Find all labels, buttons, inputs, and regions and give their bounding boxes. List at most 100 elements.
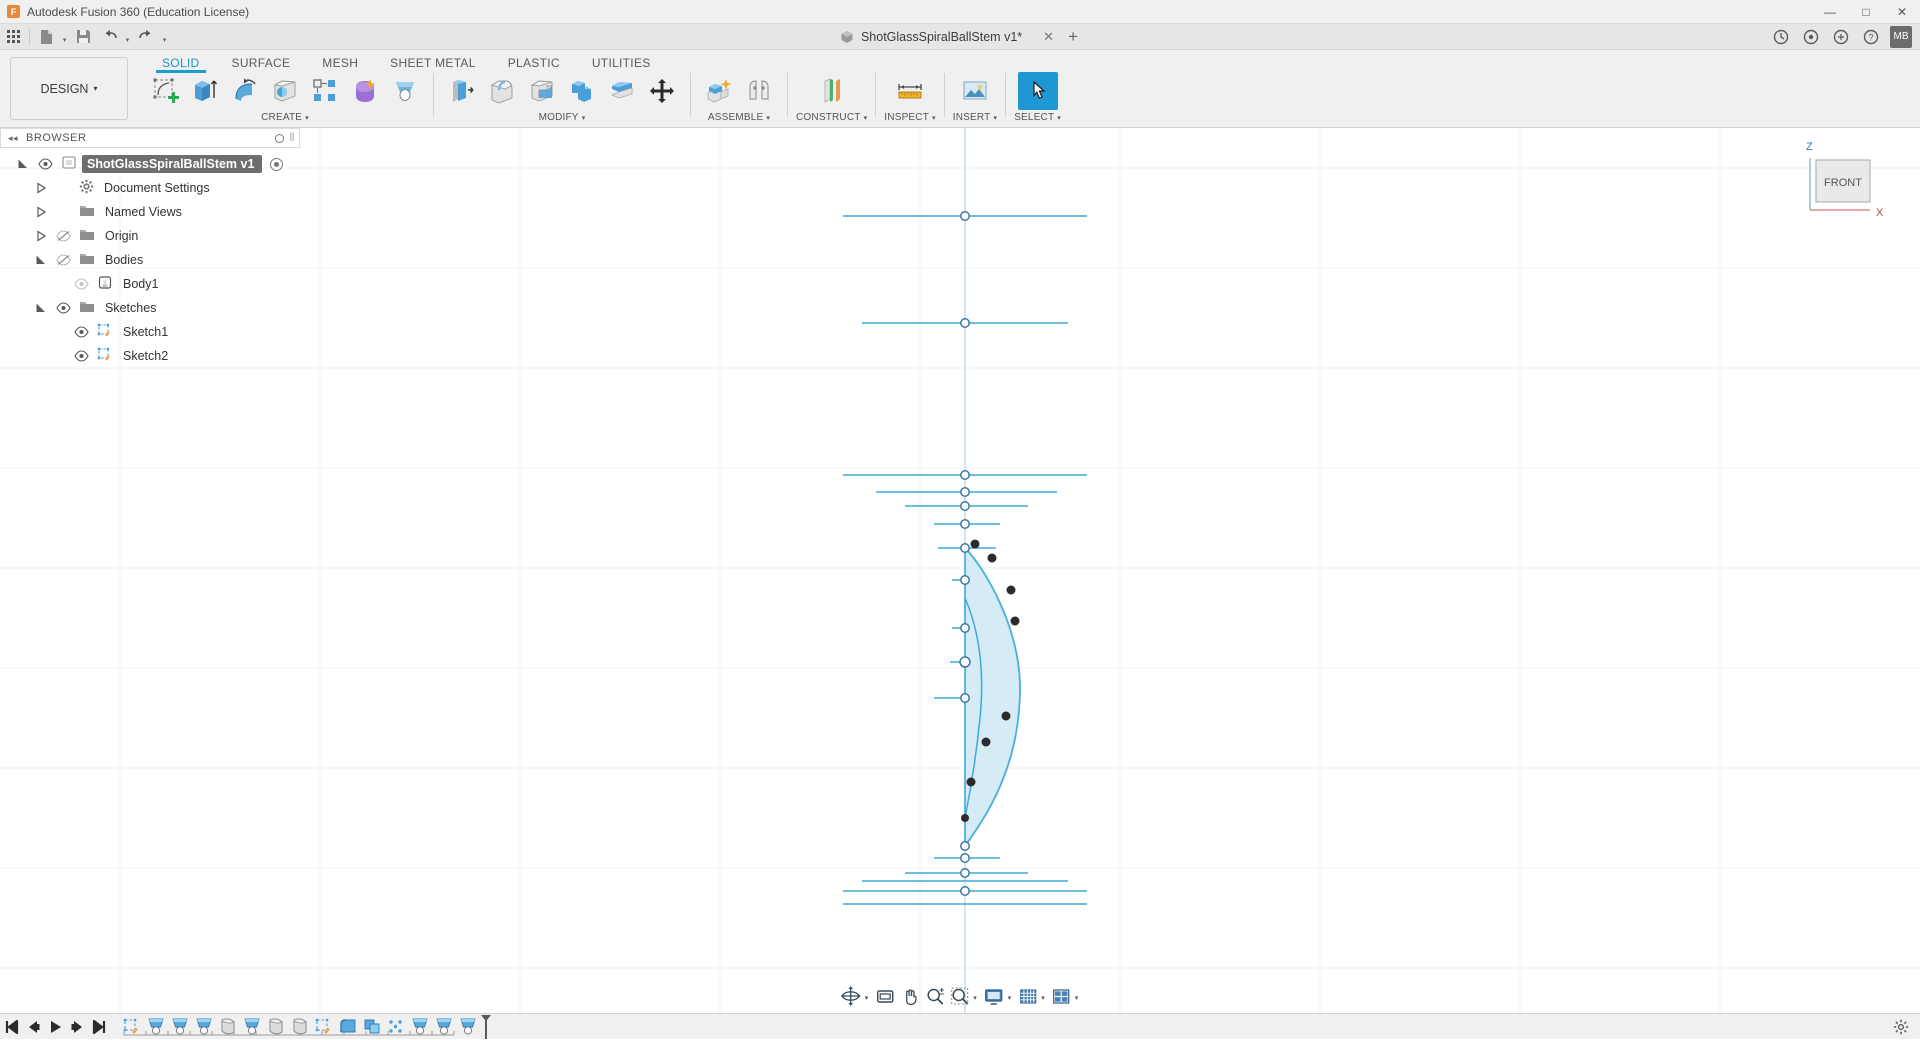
notification-bell-icon[interactable] bbox=[1796, 24, 1826, 50]
timeline-begin-button[interactable] bbox=[0, 1014, 22, 1040]
timeline-feature-fillet[interactable] bbox=[336, 1016, 360, 1038]
tree-item-bodies[interactable]: Bodies bbox=[0, 248, 300, 272]
tree-item-sketch1[interactable]: Sketch1 bbox=[0, 320, 300, 344]
document-tab-close-icon[interactable]: ✕ bbox=[1043, 29, 1054, 45]
tree-item-sketches[interactable]: Sketches bbox=[0, 296, 300, 320]
save-icon[interactable] bbox=[70, 24, 96, 50]
grid-snap-button[interactable] bbox=[1015, 983, 1040, 1009]
shell-button[interactable] bbox=[522, 72, 562, 110]
visibility-eye-icon[interactable] bbox=[52, 302, 74, 314]
extrude-button[interactable] bbox=[185, 72, 225, 110]
panel-label-construct[interactable]: CONSTRUCT ▾ bbox=[796, 112, 867, 123]
help-icon[interactable]: ? bbox=[1856, 24, 1886, 50]
split-body-button[interactable] bbox=[602, 72, 642, 110]
create-sketch-button[interactable] bbox=[145, 72, 185, 110]
timeline-feature-revolve-5[interactable] bbox=[408, 1016, 432, 1038]
ribbon-tab-sheet-metal[interactable]: SHEET METAL bbox=[374, 56, 492, 72]
timeline-feature-sketch[interactable] bbox=[120, 1016, 144, 1038]
visibility-eye-icon[interactable] bbox=[70, 278, 92, 290]
timeline-playhead-marker[interactable] bbox=[480, 1014, 492, 1040]
insert-image-button[interactable] bbox=[955, 72, 995, 110]
hole-button[interactable] bbox=[265, 72, 305, 110]
ribbon-tab-plastic[interactable]: PLASTIC bbox=[492, 56, 576, 72]
minimize-button[interactable]: — bbox=[1812, 0, 1848, 24]
timeline-feature-combine[interactable] bbox=[360, 1016, 384, 1038]
panel-label-modify[interactable]: MODIFY ▾ bbox=[539, 112, 586, 123]
ribbon-tab-mesh[interactable]: MESH bbox=[306, 56, 374, 72]
timeline-feature-revolve-7[interactable] bbox=[456, 1016, 480, 1038]
tree-item-body1[interactable]: Body1 bbox=[0, 272, 300, 296]
visibility-eye-icon[interactable] bbox=[70, 326, 92, 338]
redo-caret-icon[interactable]: ▾ bbox=[159, 24, 170, 50]
ribbon-tab-solid[interactable]: SOLID bbox=[146, 56, 216, 73]
orbit-button[interactable] bbox=[838, 983, 864, 1009]
combine-button[interactable] bbox=[562, 72, 602, 110]
revolve-button[interactable] bbox=[225, 72, 265, 110]
visibility-eye-icon[interactable] bbox=[70, 350, 92, 362]
timeline-feature-sketch-2[interactable] bbox=[312, 1016, 336, 1038]
timeline-feature-revolve-4[interactable] bbox=[240, 1016, 264, 1038]
tree-expander-open-icon[interactable] bbox=[12, 158, 34, 170]
tree-expander-closed-icon[interactable] bbox=[30, 206, 52, 218]
tree-item-document-settings[interactable]: Document Settings bbox=[0, 176, 300, 200]
sweep-button[interactable] bbox=[385, 72, 425, 110]
timeline-feature-loft-3[interactable] bbox=[288, 1016, 312, 1038]
display-settings-button[interactable] bbox=[981, 983, 1007, 1009]
zoom-window-caret-icon[interactable]: ▾ bbox=[972, 994, 981, 1002]
tree-item-named-views[interactable]: Named Views bbox=[0, 200, 300, 224]
user-avatar[interactable]: MB bbox=[1890, 25, 1912, 48]
add-document-tab-button[interactable]: + bbox=[1060, 24, 1086, 50]
timeline-feature-pattern[interactable] bbox=[384, 1016, 408, 1038]
timeline-feature-loft-2[interactable] bbox=[264, 1016, 288, 1038]
timeline-feature-revolve-3[interactable] bbox=[192, 1016, 216, 1038]
panel-label-assemble[interactable]: ASSEMBLE ▾ bbox=[708, 112, 770, 123]
timeline-feature-revolve-1[interactable] bbox=[144, 1016, 168, 1038]
panel-label-inspect[interactable]: INSPECT ▾ bbox=[884, 112, 935, 123]
zoom-window-button[interactable] bbox=[947, 983, 972, 1009]
new-component-button[interactable] bbox=[699, 72, 739, 110]
ribbon-tab-surface[interactable]: SURFACE bbox=[216, 56, 307, 72]
timeline-step-forward-button[interactable] bbox=[66, 1014, 88, 1040]
ribbon-tab-utilities[interactable]: UTILITIES bbox=[576, 56, 667, 72]
grid-snap-caret-icon[interactable]: ▾ bbox=[1040, 994, 1049, 1002]
pan-button[interactable] bbox=[897, 983, 922, 1009]
timeline-step-back-button[interactable] bbox=[22, 1014, 44, 1040]
tree-expander-closed-icon[interactable] bbox=[30, 230, 52, 242]
timeline-play-button[interactable] bbox=[44, 1014, 66, 1040]
close-button[interactable]: ✕ bbox=[1884, 0, 1920, 24]
active-component-indicator[interactable] bbox=[270, 157, 284, 171]
viewports-button[interactable] bbox=[1049, 983, 1074, 1009]
document-tab[interactable]: ShotGlassSpiralBallStem v1* ✕ bbox=[834, 29, 1060, 45]
panel-label-select[interactable]: SELECT ▾ bbox=[1014, 112, 1061, 123]
fillet-button[interactable] bbox=[482, 72, 522, 110]
browser-resize-handle[interactable]: ⦀ bbox=[290, 132, 295, 145]
zoom-button[interactable] bbox=[922, 983, 947, 1009]
joint-button[interactable] bbox=[739, 72, 779, 110]
timeline-settings-icon[interactable] bbox=[1890, 1014, 1912, 1040]
new-document-caret-icon[interactable]: ▾ bbox=[59, 24, 70, 50]
app-grid-icon[interactable] bbox=[0, 24, 26, 50]
tree-expander-open-icon[interactable] bbox=[30, 254, 52, 266]
maximize-button[interactable]: □ bbox=[1848, 0, 1884, 24]
browser-collapse-icon[interactable]: ◂◂ bbox=[8, 133, 18, 144]
timeline-feature-revolve-2[interactable] bbox=[168, 1016, 192, 1038]
undo-icon[interactable] bbox=[96, 24, 122, 50]
create-form-button[interactable] bbox=[345, 72, 385, 110]
visibility-hidden-icon[interactable] bbox=[52, 254, 74, 266]
browser-header[interactable]: ◂◂ BROWSER ⦀ bbox=[0, 128, 300, 148]
timeline-end-button[interactable] bbox=[88, 1014, 110, 1040]
undo-caret-icon[interactable]: ▾ bbox=[122, 24, 133, 50]
tree-item-sketch2[interactable]: Sketch2 bbox=[0, 344, 300, 368]
display-settings-caret-icon[interactable]: ▾ bbox=[1007, 994, 1016, 1002]
new-document-icon[interactable] bbox=[33, 24, 59, 50]
measure-button[interactable] bbox=[890, 72, 930, 110]
panel-label-create[interactable]: CREATE ▾ bbox=[261, 112, 309, 123]
fit-button[interactable] bbox=[872, 983, 897, 1009]
select-tool-button[interactable] bbox=[1017, 72, 1058, 110]
redo-icon[interactable] bbox=[133, 24, 159, 50]
timeline-feature-loft-1[interactable] bbox=[216, 1016, 240, 1038]
tree-expander-open-icon[interactable] bbox=[30, 302, 52, 314]
view-cube[interactable]: FRONT Z X bbox=[1798, 138, 1894, 234]
job-status-icon[interactable] bbox=[1766, 24, 1796, 50]
press-pull-button[interactable] bbox=[442, 72, 482, 110]
